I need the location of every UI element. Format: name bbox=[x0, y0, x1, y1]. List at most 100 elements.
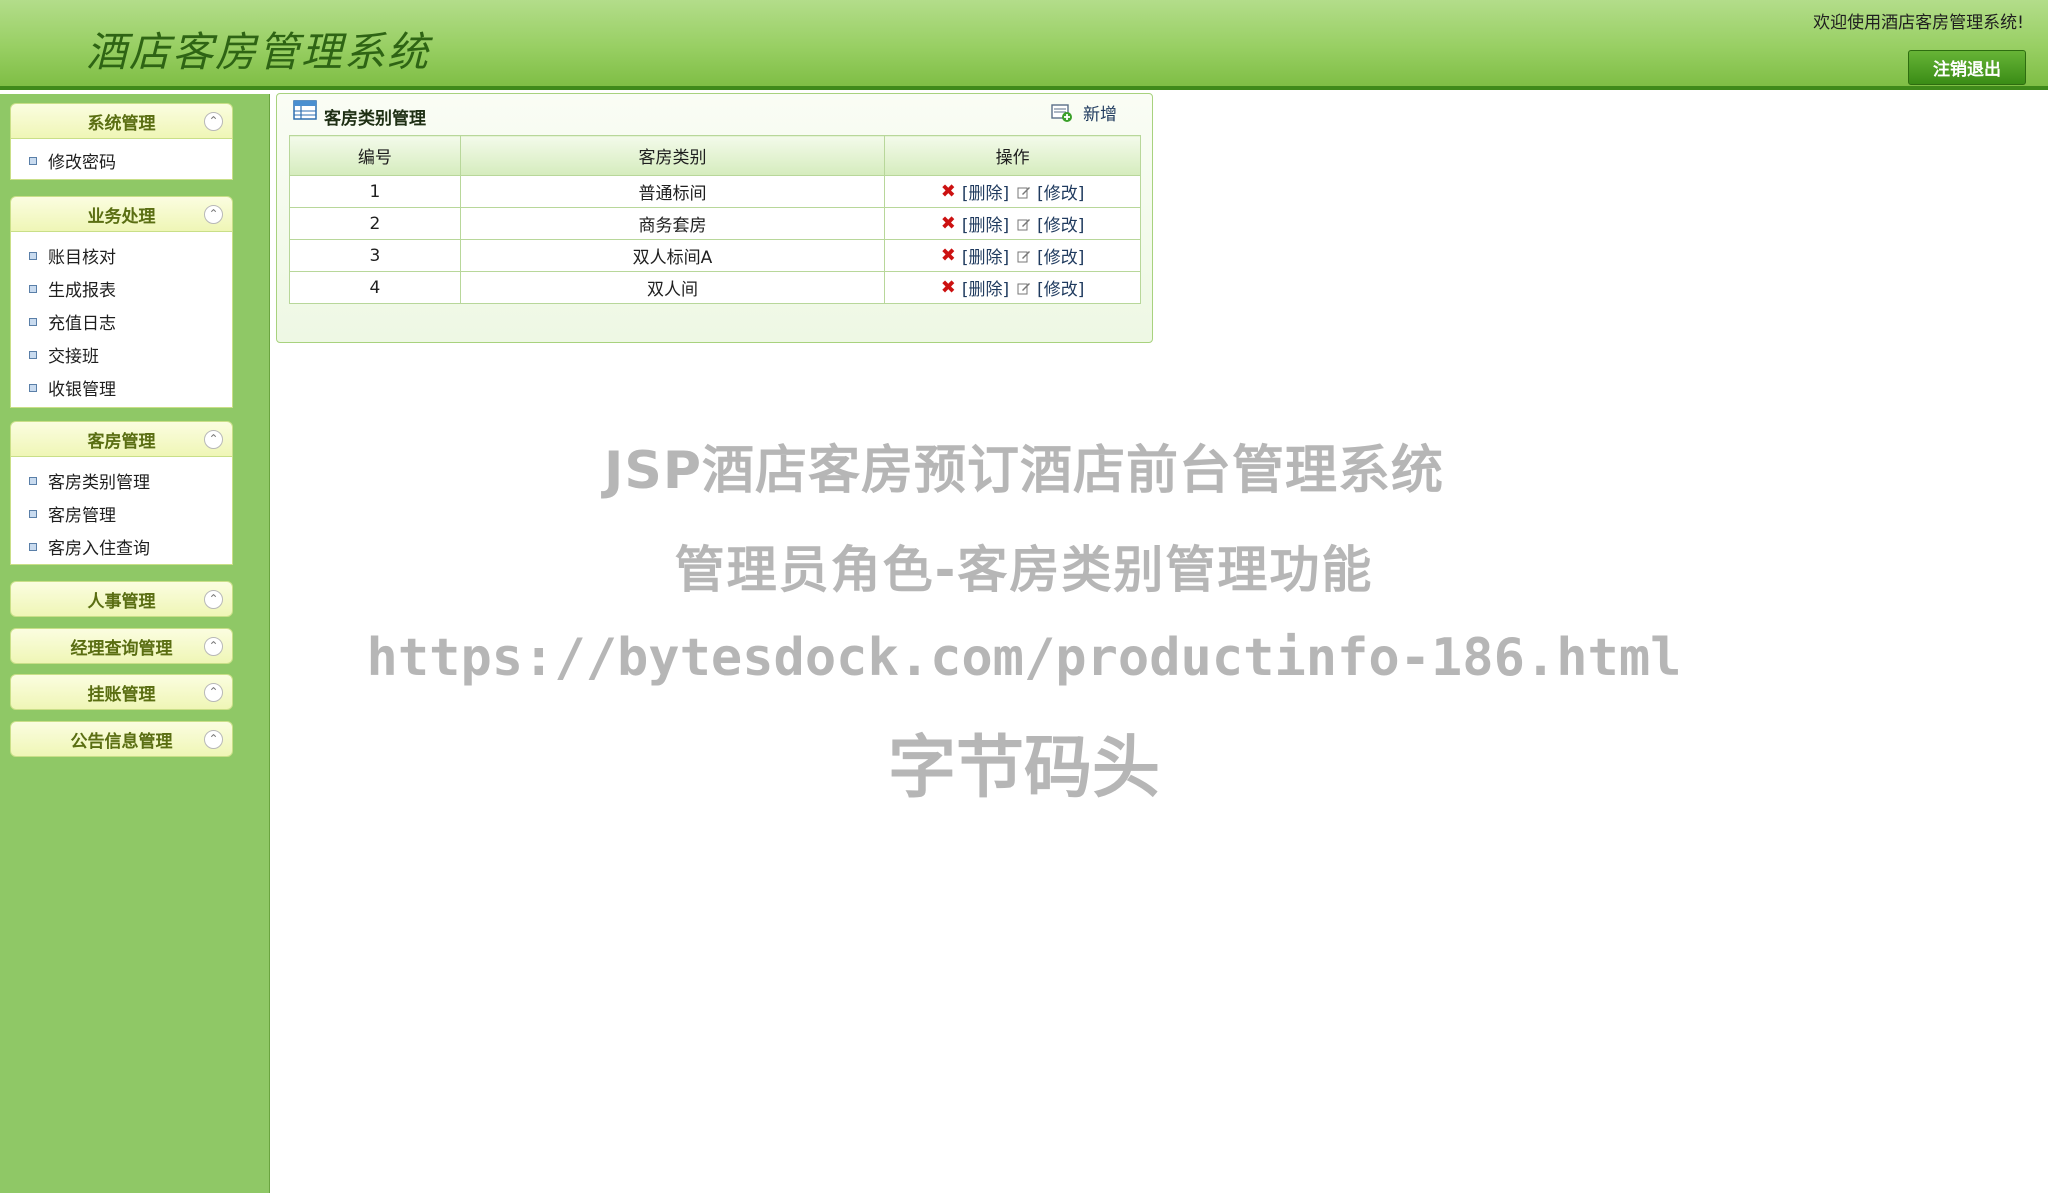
sidebar-item-change-password[interactable]: 修改密码 bbox=[11, 144, 232, 177]
sidebar-item-label: 生成报表 bbox=[48, 281, 116, 301]
sidebar-item-label: 修改密码 bbox=[48, 153, 116, 173]
sidebar-group-label: 业务处理 bbox=[87, 206, 156, 227]
sidebar-group-business: 业务处理 ⌃ 账目核对 生成报表 充值日志 交接班 收银管理 bbox=[10, 196, 233, 408]
square-bullet-icon bbox=[29, 156, 37, 165]
watermark-line-1: JSP酒店客房预订酒店前台管理系统 bbox=[604, 441, 1444, 501]
edit-link[interactable]: [修改] bbox=[1037, 275, 1084, 300]
sidebar-item-label: 客房入住查询 bbox=[48, 539, 150, 559]
sidebar-group-body: 客房类别管理 客房管理 客房入住查询 bbox=[10, 457, 233, 565]
square-bullet-icon bbox=[29, 542, 37, 551]
cell-actions: ✖ [删除] [修改] bbox=[884, 239, 1141, 272]
sidebar-item-generate-report[interactable]: 生成报表 bbox=[11, 272, 232, 305]
delete-link[interactable]: [删除] bbox=[962, 211, 1009, 236]
sidebar-item-room-management[interactable]: 客房管理 bbox=[11, 497, 232, 530]
square-bullet-icon bbox=[29, 251, 37, 260]
table-header-row: 编号 客房类别 操作 bbox=[289, 135, 1141, 176]
sidebar-group-header[interactable]: 挂账管理 ⌃ bbox=[10, 674, 233, 710]
delete-link[interactable]: [删除] bbox=[962, 275, 1009, 300]
double-chevron-up-icon[interactable]: ⌃ bbox=[204, 205, 223, 224]
table-row: 3 双人标间A ✖ [删除] [修改] bbox=[289, 239, 1141, 272]
top-header: 酒店客房管理系统 欢迎使用酒店客房管理系统! 注销退出 bbox=[0, 0, 2048, 90]
sidebar-group-header[interactable]: 系统管理 ⌃ bbox=[10, 103, 233, 139]
cell-category: 双人间 bbox=[459, 271, 886, 304]
sidebar-group-header[interactable]: 经理查询管理 ⌃ bbox=[10, 628, 233, 664]
sidebar-group-label: 挂账管理 bbox=[87, 684, 156, 705]
sidebar-item-label: 客房类别管理 bbox=[48, 473, 150, 493]
column-header-category: 客房类别 bbox=[459, 135, 886, 176]
double-chevron-up-icon[interactable]: ⌃ bbox=[204, 683, 223, 702]
welcome-text: 欢迎使用酒店客房管理系统! bbox=[1813, 13, 2024, 33]
sidebar: 系统管理 ⌃ 修改密码 业务处理 ⌃ 账目核对 生成报表 充值日志 交接班 收银… bbox=[0, 94, 270, 1193]
double-chevron-up-icon[interactable]: ⌃ bbox=[204, 590, 223, 609]
sidebar-group-label: 系统管理 bbox=[87, 113, 156, 134]
square-bullet-icon bbox=[29, 317, 37, 326]
x-icon[interactable]: ✖ bbox=[941, 245, 956, 266]
double-chevron-up-icon[interactable]: ⌃ bbox=[204, 112, 223, 131]
table-row: 1 普通标间 ✖ [删除] [修改] bbox=[289, 175, 1141, 208]
sidebar-group-label: 公告信息管理 bbox=[70, 731, 173, 752]
pencil-icon[interactable] bbox=[1017, 249, 1031, 263]
room-category-table: 编号 客房类别 操作 1 普通标间 ✖ [删除] [修改] 2 商务套房 ✖ [… bbox=[289, 135, 1141, 304]
sidebar-group-header[interactable]: 人事管理 ⌃ bbox=[10, 581, 233, 617]
edit-link[interactable]: [修改] bbox=[1037, 179, 1084, 204]
sidebar-group-header[interactable]: 公告信息管理 ⌃ bbox=[10, 721, 233, 757]
add-button[interactable]: 新增 bbox=[1051, 100, 1117, 125]
sidebar-group-header[interactable]: 客房管理 ⌃ bbox=[10, 421, 233, 457]
sidebar-item-checkin-query[interactable]: 客房入住查询 bbox=[11, 530, 232, 563]
cell-category: 普通标间 bbox=[459, 175, 886, 208]
watermark-url: https://bytesdock.com/productinfo-186.ht… bbox=[366, 628, 1682, 688]
column-header-actions: 操作 bbox=[884, 135, 1141, 176]
cell-actions: ✖ [删除] [修改] bbox=[884, 207, 1141, 240]
edit-link[interactable]: [修改] bbox=[1037, 211, 1084, 236]
system-title: 酒店客房管理系统 bbox=[86, 28, 430, 76]
sidebar-group-body: 修改密码 bbox=[10, 139, 233, 180]
add-label: 新增 bbox=[1083, 105, 1117, 125]
double-chevron-up-icon[interactable]: ⌃ bbox=[204, 730, 223, 749]
sidebar-group-credit: 挂账管理 ⌃ bbox=[10, 674, 233, 710]
sidebar-group-label: 经理查询管理 bbox=[70, 638, 173, 659]
room-category-panel: 客房类别管理 新增 编号 客房类别 操作 1 普通标间 ✖ [删除] [修改] … bbox=[276, 93, 1153, 343]
square-bullet-icon bbox=[29, 350, 37, 359]
sidebar-item-label: 账目核对 bbox=[48, 248, 116, 268]
sidebar-item-label: 收银管理 bbox=[48, 380, 116, 400]
double-chevron-up-icon[interactable]: ⌃ bbox=[204, 637, 223, 656]
sidebar-group-header[interactable]: 业务处理 ⌃ bbox=[10, 196, 233, 232]
cell-id: 2 bbox=[289, 207, 461, 240]
watermark-brand: 字节码头 bbox=[887, 729, 1160, 808]
square-bullet-icon bbox=[29, 284, 37, 293]
x-icon[interactable]: ✖ bbox=[941, 181, 956, 202]
edit-link[interactable]: [修改] bbox=[1037, 243, 1084, 268]
sidebar-item-account-check[interactable]: 账目核对 bbox=[11, 239, 232, 272]
sidebar-group-label: 客房管理 bbox=[87, 431, 156, 452]
sidebar-item-label: 充值日志 bbox=[48, 314, 116, 334]
sidebar-group-announcements: 公告信息管理 ⌃ bbox=[10, 721, 233, 757]
cell-id: 3 bbox=[289, 239, 461, 272]
sidebar-item-recharge-log[interactable]: 充值日志 bbox=[11, 305, 232, 338]
square-bullet-icon bbox=[29, 476, 37, 485]
logout-button[interactable]: 注销退出 bbox=[1908, 50, 2026, 85]
square-bullet-icon bbox=[29, 509, 37, 518]
sidebar-group-hr: 人事管理 ⌃ bbox=[10, 581, 233, 617]
sidebar-item-label: 交接班 bbox=[48, 347, 99, 367]
pencil-icon[interactable] bbox=[1017, 281, 1031, 295]
sidebar-item-cashier[interactable]: 收银管理 bbox=[11, 371, 232, 404]
cell-id: 1 bbox=[289, 175, 461, 208]
x-icon[interactable]: ✖ bbox=[941, 213, 956, 234]
sidebar-item-label: 客房管理 bbox=[48, 506, 116, 526]
double-chevron-up-icon[interactable]: ⌃ bbox=[204, 430, 223, 449]
square-bullet-icon bbox=[29, 383, 37, 392]
table-row: 2 商务套房 ✖ [删除] [修改] bbox=[289, 207, 1141, 240]
sidebar-item-shift-handover[interactable]: 交接班 bbox=[11, 338, 232, 371]
watermark-line-2: 管理员角色-客房类别管理功能 bbox=[674, 541, 1374, 599]
x-icon[interactable]: ✖ bbox=[941, 277, 956, 298]
pencil-icon[interactable] bbox=[1017, 217, 1031, 231]
column-header-id: 编号 bbox=[289, 135, 461, 176]
sidebar-item-room-category[interactable]: 客房类别管理 bbox=[11, 464, 232, 497]
delete-link[interactable]: [删除] bbox=[962, 243, 1009, 268]
sidebar-group-system: 系统管理 ⌃ 修改密码 bbox=[10, 103, 233, 180]
cell-actions: ✖ [删除] [修改] bbox=[884, 175, 1141, 208]
sidebar-group-label: 人事管理 bbox=[87, 591, 156, 612]
delete-link[interactable]: [删除] bbox=[962, 179, 1009, 204]
panel-title: 客房类别管理 bbox=[324, 109, 426, 129]
pencil-icon[interactable] bbox=[1017, 185, 1031, 199]
